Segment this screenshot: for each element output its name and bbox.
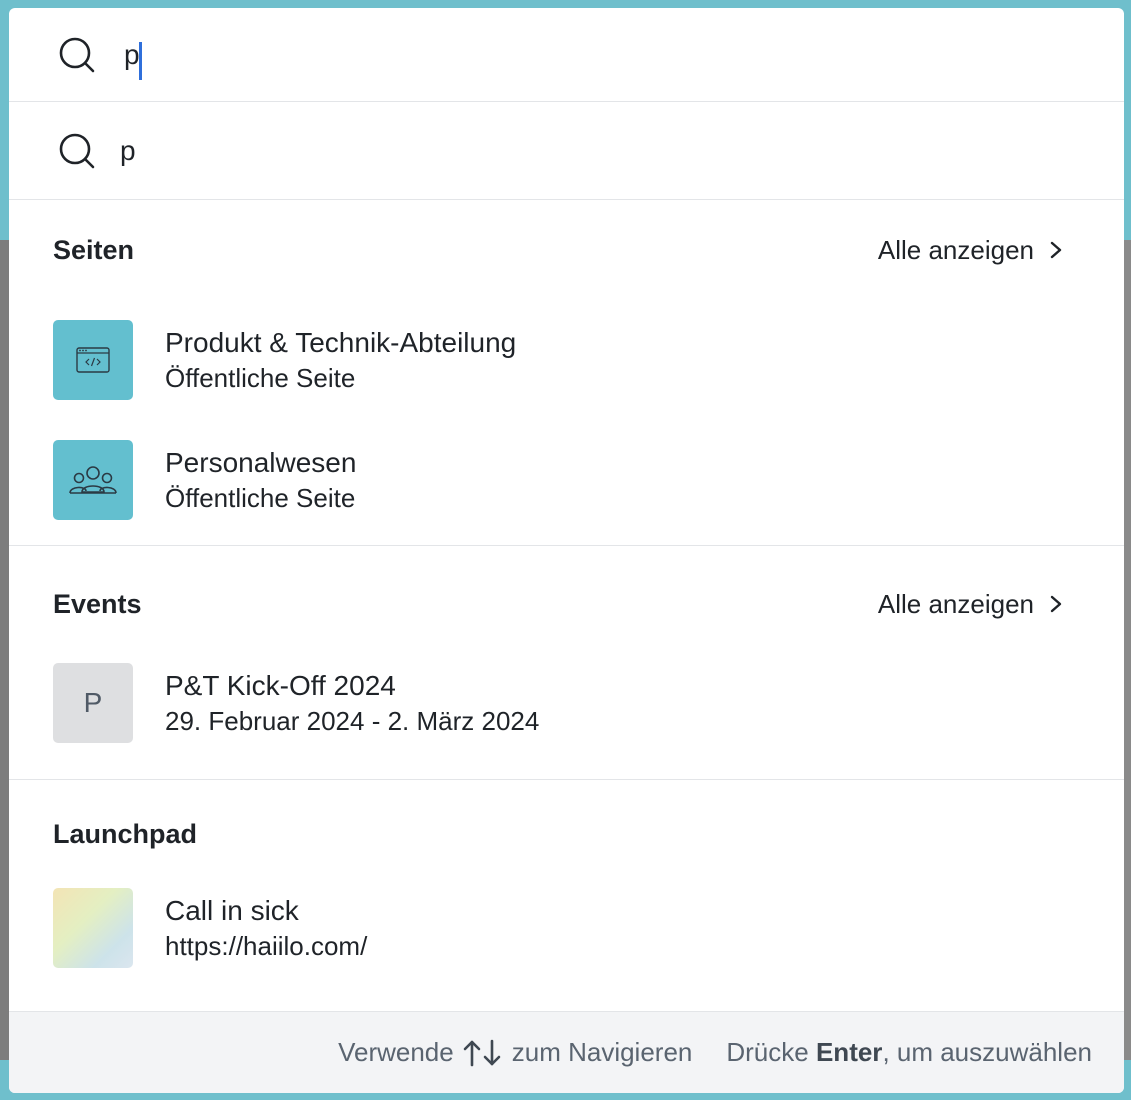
- section-title: Events: [53, 588, 142, 619]
- item-title: Produkt & Technik-Abteilung: [165, 327, 517, 358]
- list-item-launchpad[interactable]: Call in sick https://haiilo.com/: [9, 888, 1124, 968]
- search-icon: [56, 130, 98, 172]
- people-group-icon: [53, 440, 133, 520]
- search-input[interactable]: [124, 34, 524, 75]
- text-caret: [139, 42, 142, 80]
- chevron-right-icon: [1050, 241, 1062, 259]
- item-title: P&T Kick-Off 2024: [165, 670, 396, 701]
- hint-enter-key: Enter: [815, 1037, 883, 1067]
- launchpad-thumbnail: [53, 888, 133, 968]
- show-all-pages-link[interactable]: Alle anzeigen: [878, 235, 1064, 266]
- search-suggestion[interactable]: p: [9, 102, 1124, 200]
- show-all-events-link[interactable]: Alle anzeigen: [878, 589, 1064, 620]
- arrow-up-down-icon: [460, 1038, 506, 1068]
- search-bar: [9, 8, 1124, 102]
- navigate-hint: Verwende zum Navigieren: [338, 1037, 692, 1068]
- search-suggestion-text: p: [120, 134, 136, 166]
- list-item-page[interactable]: Produkt & Technik-Abteilung Öffentliche …: [9, 300, 1124, 420]
- section-pages: Seiten Alle anzeigen Produkt & Technik-A…: [9, 200, 1124, 546]
- hint-press: Drücke: [726, 1037, 809, 1067]
- chevron-right-icon: [1050, 595, 1062, 613]
- item-subtitle: 29. Februar 2024 - 2. März 2024: [165, 706, 540, 736]
- event-thumbnail: P: [53, 663, 133, 743]
- item-title: Call in sick: [165, 895, 299, 926]
- section-title: Seiten: [53, 234, 135, 265]
- code-window-icon: [53, 320, 133, 400]
- item-subtitle: Öffentliche Seite: [165, 363, 356, 393]
- keyboard-hint-footer: Verwende zum Navigieren Drücke Enter, um…: [9, 1011, 1124, 1093]
- background-content-right: [1123, 240, 1131, 1060]
- hint-use: Verwende: [338, 1037, 454, 1067]
- section-header: Events Alle anzeigen: [9, 546, 1124, 662]
- section-launchpad: Launchpad Call in sick https://haiilo.co…: [9, 780, 1124, 968]
- select-hint: Drücke Enter, um auszuwählen: [726, 1037, 1092, 1068]
- show-all-label: Alle anzeigen: [877, 234, 1034, 265]
- item-title: Personalwesen: [165, 447, 357, 478]
- list-item-event[interactable]: P P&T Kick-Off 2024 29. Februar 2024 - 2…: [9, 662, 1124, 744]
- section-header: Seiten Alle anzeigen: [9, 200, 1124, 300]
- search-dialog: p Seiten Alle anzeigen: [9, 8, 1124, 1093]
- hint-select: , um auszuwählen: [882, 1037, 1092, 1067]
- show-all-label: Alle anzeigen: [877, 588, 1034, 619]
- item-subtitle: https://haiilo.com/: [165, 931, 368, 961]
- search-icon: [56, 34, 98, 76]
- hint-navigate: zum Navigieren: [511, 1037, 693, 1067]
- section-title: Launchpad: [53, 818, 198, 849]
- section-events: Events Alle anzeigen P P&T Kick-Off 2024…: [9, 546, 1124, 780]
- item-subtitle: Öffentliche Seite: [165, 483, 356, 513]
- section-header: Launchpad: [9, 780, 1124, 888]
- list-item-page[interactable]: Personalwesen Öffentliche Seite: [9, 420, 1124, 540]
